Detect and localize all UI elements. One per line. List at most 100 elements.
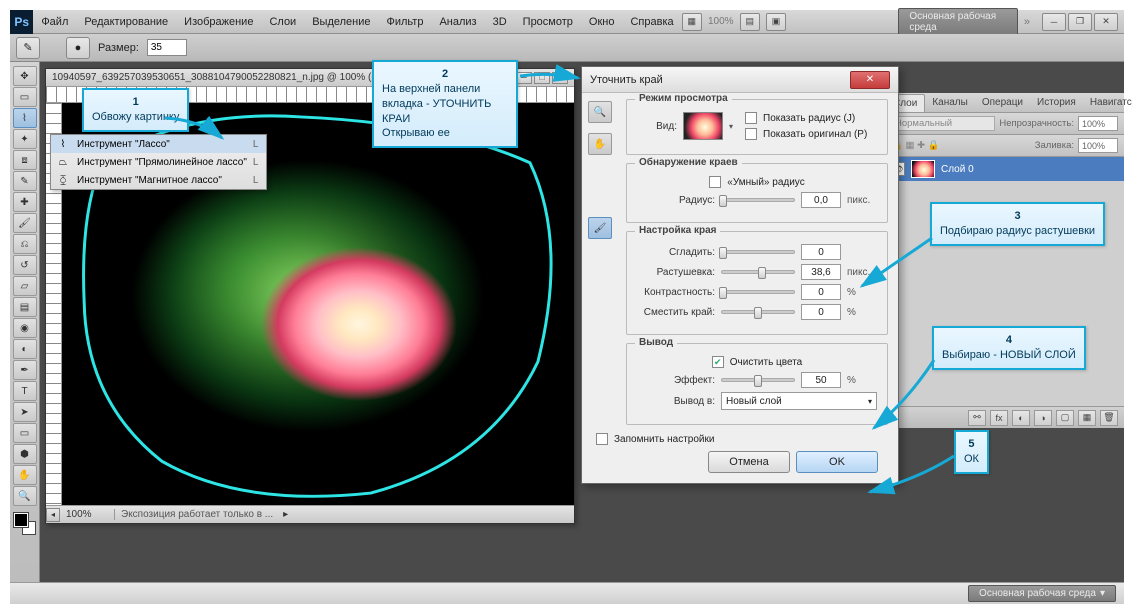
- feather-slider[interactable]: [721, 270, 795, 274]
- path-select-tool-icon[interactable]: ➤: [13, 402, 37, 422]
- zoom-tool-dialog-icon[interactable]: 🔍: [588, 101, 612, 123]
- amount-slider[interactable]: [721, 378, 795, 382]
- crop-tool-icon[interactable]: ⧈: [13, 150, 37, 170]
- tab-channels[interactable]: Каналы: [925, 94, 975, 111]
- amount-value[interactable]: 50: [801, 372, 841, 388]
- contrast-value[interactable]: 0: [801, 284, 841, 300]
- shift-edge-value[interactable]: 0: [801, 304, 841, 320]
- arrange-docs-icon[interactable]: ▤: [740, 13, 760, 31]
- stamp-tool-icon[interactable]: ⎌: [13, 234, 37, 254]
- window-minimize-icon[interactable]: ─: [1042, 13, 1066, 31]
- link-layers-icon[interactable]: ⚯: [968, 410, 986, 426]
- size-input[interactable]: [147, 39, 187, 56]
- view-zoom-readout: 100%: [708, 16, 734, 27]
- pen-tool-icon[interactable]: ✒: [13, 360, 37, 380]
- output-to-dropdown[interactable]: Новый слой ▾: [721, 392, 877, 410]
- scroll-left-icon[interactable]: ◂: [46, 508, 60, 522]
- brush-preset-icon[interactable]: ●: [66, 37, 90, 59]
- heal-tool-icon[interactable]: ✚: [13, 192, 37, 212]
- brush-tool-icon[interactable]: 🖌: [13, 213, 37, 233]
- smooth-slider[interactable]: [721, 250, 795, 254]
- layer-thumbnail: [911, 160, 935, 178]
- blur-tool-icon[interactable]: ◉: [13, 318, 37, 338]
- tab-actions[interactable]: Операци: [975, 94, 1030, 111]
- view-dropdown-icon[interactable]: ▾: [729, 122, 733, 131]
- menu-help[interactable]: Справка: [622, 16, 681, 28]
- dialog-close-button[interactable]: ✕: [850, 71, 890, 89]
- view-mode-legend: Режим просмотра: [635, 93, 732, 104]
- hand-tool-icon[interactable]: ✋: [13, 465, 37, 485]
- dialog-titlebar[interactable]: Уточнить край ✕: [582, 67, 898, 93]
- menu-window[interactable]: Окно: [581, 16, 623, 28]
- zoom-level[interactable]: 100%: [60, 509, 115, 520]
- fill-input[interactable]: 100%: [1078, 138, 1118, 153]
- shape-tool-icon[interactable]: ▭: [13, 423, 37, 443]
- opacity-input[interactable]: 100%: [1078, 116, 1118, 131]
- delete-layer-icon[interactable]: 🗑: [1100, 410, 1118, 426]
- menu-layers[interactable]: Слои: [261, 16, 304, 28]
- doc-minimize-icon[interactable]: ─: [516, 72, 532, 84]
- lasso-tool-icon[interactable]: ⌇: [13, 108, 37, 128]
- eraser-tool-icon[interactable]: ▱: [13, 276, 37, 296]
- color-swatches[interactable]: [14, 513, 36, 535]
- new-layer-icon[interactable]: ▦: [1078, 410, 1096, 426]
- dodge-tool-icon[interactable]: ◐: [13, 339, 37, 359]
- tool-preset-icon[interactable]: ✎: [16, 37, 40, 59]
- menu-edit[interactable]: Редактирование: [76, 16, 176, 28]
- eyedropper-tool-icon[interactable]: ✎: [13, 171, 37, 191]
- gradient-tool-icon[interactable]: ▤: [13, 297, 37, 317]
- workspace-switcher-bottom[interactable]: Основная рабочая среда▾: [968, 585, 1116, 602]
- menu-analysis[interactable]: Анализ: [431, 16, 484, 28]
- remember-checkbox[interactable]: [596, 433, 608, 445]
- cancel-button[interactable]: Отмена: [708, 451, 790, 473]
- shift-edge-slider[interactable]: [721, 310, 795, 314]
- layer-row[interactable]: 👁 Слой 0: [885, 157, 1124, 181]
- ok-button[interactable]: OK: [796, 451, 878, 473]
- doc-close-icon[interactable]: ✕: [552, 72, 568, 84]
- feather-value[interactable]: 38,6: [801, 264, 841, 280]
- menu-3d[interactable]: 3D: [485, 16, 515, 28]
- window-close-icon[interactable]: ✕: [1094, 13, 1118, 31]
- menu-view[interactable]: Просмотр: [515, 16, 581, 28]
- type-tool-icon[interactable]: T: [13, 381, 37, 401]
- fx-icon[interactable]: fx: [990, 410, 1008, 426]
- refine-brush-tool-icon[interactable]: 🖌: [588, 217, 612, 239]
- decontaminate-checkbox[interactable]: ✔: [712, 356, 724, 368]
- document-title: 10940597_639257039530651_308810479005228…: [52, 72, 390, 83]
- poly-lasso-option[interactable]: ⏢ Инструмент "Прямолинейное лассо" L: [51, 153, 266, 171]
- wand-tool-icon[interactable]: ✦: [13, 129, 37, 149]
- window-restore-icon[interactable]: ❐: [1068, 13, 1092, 31]
- blend-mode-select[interactable]: Нормальный: [891, 116, 995, 131]
- magnetic-lasso-option[interactable]: ⧲ Инструмент "Магнитное лассо" L: [51, 171, 266, 189]
- menu-file[interactable]: Файл: [33, 16, 76, 28]
- panel-footer: ⚯ fx ◐ ◑ ▢ ▦ 🗑: [885, 406, 1124, 428]
- group-icon[interactable]: ▢: [1056, 410, 1074, 426]
- smooth-value[interactable]: 0: [801, 244, 841, 260]
- 3d-tool-icon[interactable]: ⬢: [13, 444, 37, 464]
- launch-bridge-icon[interactable]: ▦: [682, 13, 702, 31]
- view-thumbnail[interactable]: [683, 112, 723, 140]
- contrast-slider[interactable]: [721, 290, 795, 294]
- tab-history[interactable]: История: [1030, 94, 1083, 111]
- menu-select[interactable]: Выделение: [304, 16, 378, 28]
- menu-image[interactable]: Изображение: [176, 16, 261, 28]
- workspace-switcher[interactable]: Основная рабочая среда: [898, 8, 1018, 36]
- menu-filter[interactable]: Фильтр: [379, 16, 432, 28]
- fg-color-swatch[interactable]: [14, 513, 28, 527]
- history-brush-tool-icon[interactable]: ↺: [13, 255, 37, 275]
- show-original-checkbox[interactable]: [745, 128, 757, 140]
- radius-slider[interactable]: [721, 198, 795, 202]
- radius-value[interactable]: 0,0: [801, 192, 841, 208]
- marquee-tool-icon[interactable]: ▭: [13, 87, 37, 107]
- mask-icon[interactable]: ◐: [1012, 410, 1030, 426]
- tab-navigator[interactable]: Навигатс: [1083, 94, 1134, 111]
- adjustment-icon[interactable]: ◑: [1034, 410, 1052, 426]
- doc-maximize-icon[interactable]: □: [534, 72, 550, 84]
- screen-mode-icon[interactable]: ▣: [766, 13, 786, 31]
- smart-radius-checkbox[interactable]: [709, 176, 721, 188]
- move-tool-icon[interactable]: ✥: [13, 66, 37, 86]
- lasso-option[interactable]: ⌇ Инструмент "Лассо" L: [51, 135, 266, 153]
- hand-tool-dialog-icon[interactable]: ✋: [588, 133, 612, 155]
- zoom-tool-icon[interactable]: 🔍: [13, 486, 37, 506]
- show-radius-checkbox[interactable]: [745, 112, 757, 124]
